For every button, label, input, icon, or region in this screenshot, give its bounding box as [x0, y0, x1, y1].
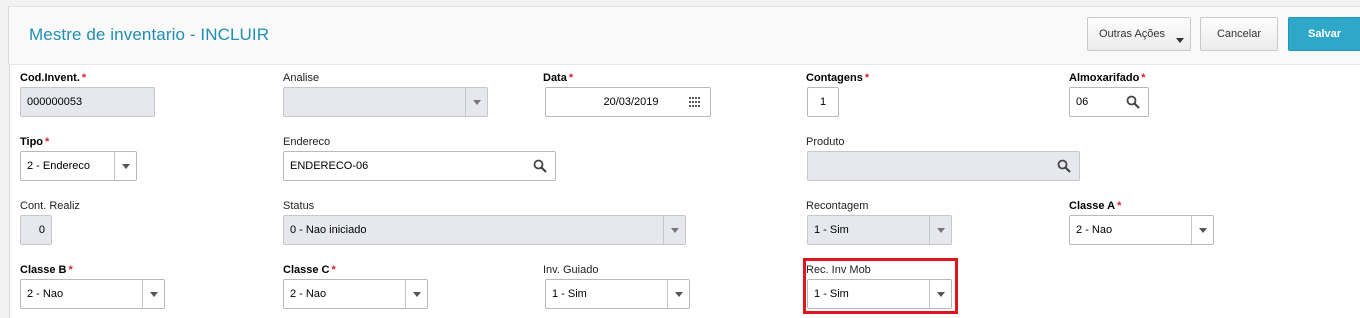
tipo-value: 2 - Endereco [27, 160, 90, 172]
classe-c-label: Classe C * [283, 264, 336, 276]
status-value: 0 - Nao iniciado [290, 224, 367, 236]
cod-invent-field[interactable]: 000000053 [20, 87, 155, 117]
classe-a-label: Classe A * [1069, 200, 1122, 212]
produto-field[interactable] [807, 151, 1080, 181]
endereco-value: ENDERECO-06 [290, 160, 369, 172]
cod-invent-value: 000000053 [27, 96, 83, 108]
inventory-form: Cod.Invent. * 000000053 Analise Data * 20/… [9, 64, 1360, 318]
dropdown-arrow-icon [114, 152, 136, 180]
more-actions-label: Outras Ações [1099, 28, 1166, 40]
endereco-field[interactable]: ENDERECO-06 [283, 151, 556, 181]
calendar-icon[interactable] [688, 95, 702, 109]
analise-select[interactable] [283, 87, 488, 117]
classe-b-label: Classe B * [20, 264, 73, 276]
page-title: Mestre de inventario - INCLUIR [29, 25, 270, 44]
cancel-button[interactable]: Cancelar [1200, 17, 1278, 51]
almoxarifado-field[interactable]: 06 [1069, 87, 1149, 117]
inv-guiado-value: 1 - Sim [552, 288, 587, 300]
contagens-value: 1 [819, 96, 827, 108]
contagens-label: Contagens * [806, 72, 870, 84]
classe-b-select[interactable]: 2 - Nao [20, 279, 165, 309]
endereco-label: Endereco [283, 136, 331, 148]
search-icon[interactable] [1126, 95, 1140, 109]
almoxarifado-label: Almoxarifado * [1069, 72, 1146, 84]
produto-label: Produto [806, 136, 845, 148]
cod-invent-label: Cod.Invent. * [20, 72, 87, 84]
dropdown-arrow-icon [929, 216, 951, 244]
search-icon[interactable] [533, 159, 547, 173]
classe-a-select[interactable]: 2 - Nao [1069, 215, 1214, 245]
dropdown-arrow-icon [142, 280, 164, 308]
inv-guiado-label: Inv. Guiado [543, 264, 599, 276]
analise-label: Analise [283, 72, 320, 84]
dropdown-arrow-icon [465, 88, 487, 116]
page-header: Mestre de inventario - INCLUIR Outras Aç… [8, 6, 1360, 64]
highlight-box [803, 258, 958, 314]
status-select[interactable]: 0 - Nao iniciado [283, 215, 686, 245]
dropdown-arrow-icon [1191, 216, 1213, 244]
dropdown-arrow-icon [405, 280, 427, 308]
tipo-select[interactable]: 2 - Endereco [20, 151, 137, 181]
classe-b-value: 2 - Nao [27, 288, 64, 300]
recontagem-label: Recontagem [806, 200, 869, 212]
more-actions-button[interactable]: Outras Ações [1087, 17, 1191, 51]
caret-down-icon [1176, 38, 1184, 43]
classe-a-value: 2 - Nao [1076, 224, 1113, 236]
inv-guiado-select[interactable]: 1 - Sim [545, 279, 690, 309]
recontagem-select[interactable]: 1 - Sim [807, 215, 952, 245]
contagens-field[interactable]: 1 [807, 87, 839, 117]
search-icon[interactable] [1057, 159, 1071, 173]
tipo-label: Tipo * [20, 136, 50, 148]
cont-realiz-value: 0 [38, 224, 45, 236]
save-button[interactable]: Salvar [1288, 17, 1360, 51]
status-label: Status [283, 200, 315, 212]
data-value: 20/03/2019 [603, 96, 659, 108]
data-label: Data * [543, 72, 574, 84]
cont-realiz-field[interactable]: 0 [20, 215, 52, 245]
classe-c-value: 2 - Nao [290, 288, 327, 300]
classe-c-select[interactable]: 2 - Nao [283, 279, 428, 309]
dropdown-arrow-icon [663, 216, 685, 244]
data-field[interactable]: 20/03/2019 [545, 87, 711, 117]
dropdown-arrow-icon [667, 280, 689, 308]
cont-realiz-label: Cont. Realiz [20, 200, 80, 212]
almoxarifado-value: 06 [1076, 96, 1089, 108]
recontagem-value: 1 - Sim [814, 224, 849, 236]
